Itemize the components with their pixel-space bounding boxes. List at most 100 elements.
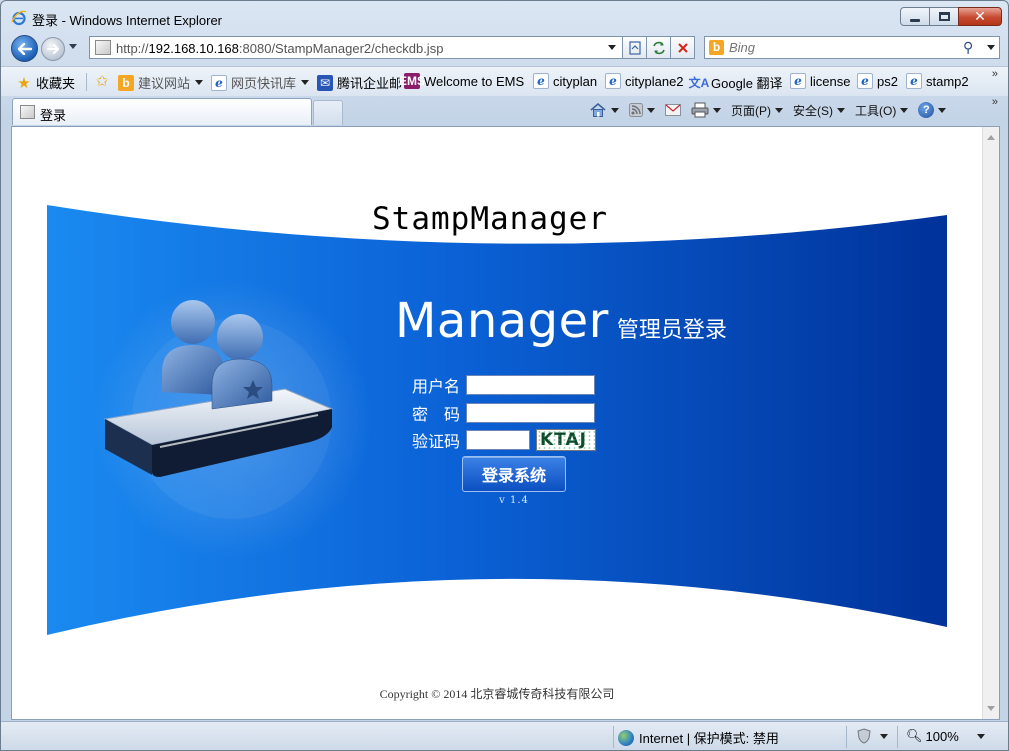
fav-item-license[interactable]: e license — [790, 73, 850, 89]
favorites-bar: ★ 收藏夹 ✩ b 建议网站 e 网页快讯库 ✉ 腾讯企业邮 EMS Welco… — [1, 66, 1008, 96]
add-favorite-icon: ✩ — [95, 73, 109, 90]
bing-icon: b — [709, 40, 724, 55]
favorites-label: 收藏夹 — [36, 76, 76, 91]
favorites-separator — [86, 73, 87, 91]
command-bar: 页面(P) 安全(S) 工具(O) ? — [589, 100, 956, 120]
safety-menu-label: 安全(S) — [793, 103, 833, 118]
recent-pages-dropdown[interactable] — [69, 44, 77, 49]
favorites-button[interactable]: ★ 收藏夹 — [16, 73, 75, 92]
rss-icon — [629, 103, 643, 117]
status-separator — [613, 726, 614, 748]
captcha-row: 验证码 KTAJ — [412, 428, 596, 452]
username-row: 用户名 — [412, 373, 595, 397]
help-icon: ? — [918, 102, 935, 118]
maximize-button[interactable] — [929, 7, 959, 26]
stop-icon — [677, 42, 688, 53]
captcha-image[interactable]: KTAJ — [536, 429, 596, 451]
tencent-mail-icon: ✉ — [317, 74, 333, 91]
address-tools — [622, 36, 695, 59]
close-button[interactable]: ✕ — [958, 7, 1002, 26]
read-mail-button[interactable] — [665, 104, 681, 116]
back-button[interactable] — [11, 35, 38, 62]
address-dropdown-icon[interactable] — [608, 45, 616, 50]
url-host: 192.168.10.168 — [148, 41, 239, 56]
chevron-down-icon — [195, 80, 204, 85]
fav-item-tencent-mail[interactable]: ✉ 腾讯企业邮 — [317, 73, 402, 92]
search-box[interactable]: b ⚲ — [704, 36, 1000, 59]
fav-item-google-translate[interactable]: 文A Google 翻译 — [688, 73, 783, 92]
chevron-down-icon — [976, 733, 985, 739]
window-title: 登录 - Windows Internet Explorer — [32, 13, 223, 28]
chevron-down-icon — [647, 107, 655, 113]
manager-heading: Manager 管理员登录 — [395, 293, 727, 349]
fav-item-ems[interactable]: EMS Welcome to EMS — [399, 73, 525, 89]
minimize-button[interactable] — [900, 7, 930, 26]
password-input[interactable] — [466, 403, 595, 423]
safety-menu-button[interactable]: 安全(S) — [793, 102, 845, 119]
security-zone[interactable]: Internet | 保护模式: 禁用 — [618, 728, 779, 747]
password-row: 密 码 — [412, 401, 595, 425]
fav-label: ps2 — [877, 73, 898, 89]
fav-item-cityplane2[interactable]: e cityplane2 — [605, 73, 684, 89]
captcha-input[interactable] — [466, 430, 530, 450]
fav-label: 建议网站 — [138, 76, 191, 91]
compatibility-view-button[interactable] — [622, 36, 647, 59]
fav-item-ps2[interactable]: e ps2 — [857, 73, 898, 89]
ie-page-icon: e — [790, 73, 806, 89]
search-input[interactable] — [729, 39, 959, 56]
page-menu-button[interactable]: 页面(P) — [731, 102, 783, 119]
fav-item-suggested-sites[interactable]: b 建议网站 — [118, 73, 204, 92]
fav-item-stamp2[interactable]: e stamp2 — [906, 73, 969, 89]
compatibility-icon — [628, 40, 641, 55]
chevron-down-icon — [713, 107, 721, 113]
scroll-up-icon[interactable] — [987, 135, 995, 140]
chevron-down-icon — [611, 107, 619, 113]
users-illustration — [103, 300, 334, 477]
status-separator — [897, 726, 898, 748]
fav-item-cityplan[interactable]: e cityplan — [533, 73, 597, 89]
zoom-control[interactable]: 🔍︎ 100% — [906, 728, 985, 744]
search-options-dropdown[interactable] — [987, 45, 995, 50]
stop-button[interactable] — [670, 36, 695, 59]
login-button[interactable]: 登录系统 — [462, 456, 566, 492]
heading-manager: Manager — [395, 293, 609, 349]
page-content: StampManager Manager 管理员登录 用户名 密 码 验证码 K… — [11, 126, 1000, 720]
fav-label: Welcome to EMS — [424, 73, 525, 89]
protected-mode-button[interactable] — [856, 728, 888, 744]
refresh-button[interactable] — [646, 36, 671, 59]
maximize-icon — [938, 12, 950, 21]
feeds-button[interactable] — [629, 103, 655, 117]
forward-button[interactable] — [41, 37, 65, 61]
favorites-more-chevron[interactable]: » — [992, 68, 998, 80]
ie-page-icon: e — [857, 73, 873, 89]
fav-item-web-slice[interactable]: e 网页快讯库 — [211, 73, 310, 92]
tab-active[interactable]: 登录 — [12, 98, 312, 125]
zoom-level: 100% — [925, 728, 959, 744]
search-icon[interactable]: ⚲ — [963, 39, 973, 56]
window-controls: ✕ — [900, 7, 1002, 26]
arrow-right-icon — [47, 44, 59, 54]
address-url[interactable]: http://192.168.10.168:8080/StampManager2… — [116, 41, 443, 56]
chevron-down-icon — [837, 107, 845, 113]
ie-page-icon: e — [533, 73, 549, 89]
close-icon: ✕ — [974, 8, 986, 25]
home-button[interactable] — [589, 102, 619, 118]
commands-more-chevron[interactable]: » — [992, 96, 998, 108]
vertical-scrollbar[interactable] — [982, 127, 999, 719]
fav-label: stamp2 — [926, 73, 969, 89]
mail-icon — [665, 104, 681, 116]
scroll-down-icon[interactable] — [987, 706, 995, 711]
ie-page-icon: e — [906, 73, 922, 89]
arrow-left-icon — [17, 42, 32, 55]
page-menu-label: 页面(P) — [731, 103, 771, 118]
help-button[interactable]: ? — [918, 102, 947, 118]
new-tab-button[interactable] — [313, 100, 343, 125]
globe-icon — [618, 729, 634, 746]
add-favorites-button[interactable]: ✩ — [94, 73, 114, 90]
address-bar[interactable]: http://192.168.10.168:8080/StampManager2… — [89, 36, 626, 59]
tools-menu-button[interactable]: 工具(O) — [855, 102, 909, 119]
print-button[interactable] — [691, 102, 721, 118]
ie-page-icon: e — [605, 73, 621, 89]
translate-icon: 文A — [688, 76, 710, 90]
username-input[interactable] — [466, 375, 595, 395]
